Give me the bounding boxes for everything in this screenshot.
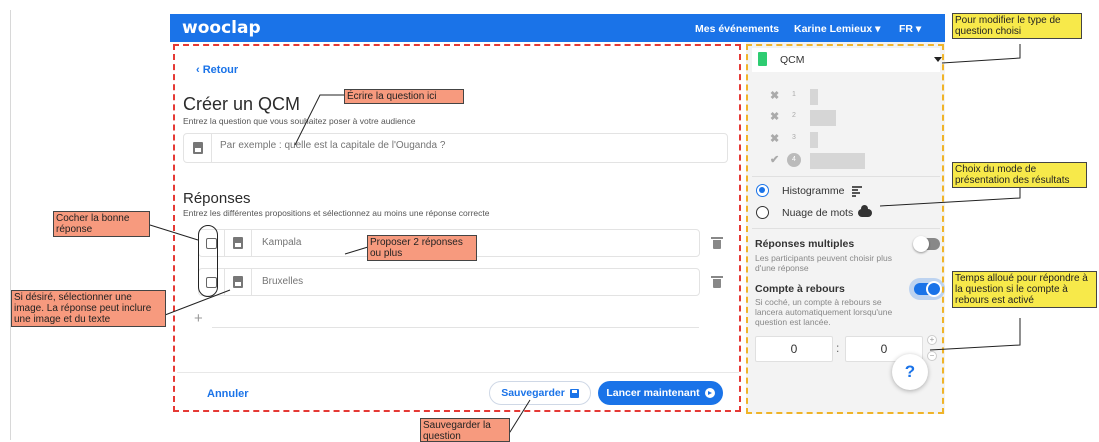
responses-title: Réponses xyxy=(183,190,251,207)
delete-answer-icon[interactable] xyxy=(711,237,723,249)
note-image-answer: Si désiré, sélectionner une image. La ré… xyxy=(11,290,166,327)
nav-language-menu[interactable]: FR ▾ xyxy=(899,23,921,35)
word-cloud-label: Nuage de mots xyxy=(782,207,854,219)
launch-now-button[interactable]: Lancer maintenant xyxy=(598,381,723,405)
chevron-down-icon[interactable] xyxy=(934,57,942,62)
answer-input[interactable] xyxy=(262,276,562,287)
note-change-type: Pour modifier le type de question choisi xyxy=(952,13,1082,39)
nav-user-menu[interactable]: Karine Lemieux ▾ xyxy=(794,23,880,35)
preview-bar xyxy=(810,110,836,126)
histogram-icon xyxy=(852,186,862,197)
note-check-answer: Cocher la bonne réponse xyxy=(53,211,150,237)
note-display-mode: Choix du mode de présentation des résult… xyxy=(952,162,1087,188)
qcm-icon xyxy=(758,52,767,66)
radio-histogram[interactable] xyxy=(756,184,769,197)
save-button[interactable]: Sauvegarder xyxy=(489,381,591,405)
launch-label: Lancer maintenant xyxy=(606,387,700,399)
note-write-question: Écrire la question ici xyxy=(344,89,464,104)
nav-my-events[interactable]: Mes événements xyxy=(695,23,779,35)
question-input[interactable] xyxy=(220,140,700,151)
countdown-toggle[interactable] xyxy=(914,281,942,297)
responses-subtitle: Entrez les différentes propositions et s… xyxy=(183,208,490,218)
question-image-button[interactable] xyxy=(184,134,212,162)
countdown-title: Compte à rebours xyxy=(755,283,845,295)
decrement-button[interactable]: − xyxy=(927,351,937,361)
radio-word-cloud[interactable] xyxy=(756,206,769,219)
note-propose-answers: Proposer 2 réponses ou plus xyxy=(367,235,477,261)
cross-icon: ✖ xyxy=(770,133,780,145)
increment-button[interactable]: + xyxy=(927,335,937,345)
correct-answer-checkbox[interactable] xyxy=(206,277,217,288)
settings-divider xyxy=(752,176,940,177)
add-answer-button[interactable]: + xyxy=(194,310,203,327)
page-subtitle: Entrez la question que vous souhaitez po… xyxy=(183,116,416,126)
time-separator: : xyxy=(836,341,840,355)
cancel-button[interactable]: Annuler xyxy=(207,388,249,400)
preview-bar xyxy=(810,132,818,148)
image-icon xyxy=(192,142,203,154)
footer-divider xyxy=(177,372,739,373)
multiple-answers-title: Réponses multiples xyxy=(755,238,855,250)
settings-divider xyxy=(752,228,940,229)
floppy-icon xyxy=(569,388,579,398)
cross-icon: ✖ xyxy=(770,90,780,102)
question-type-select[interactable]: QCM xyxy=(752,48,940,72)
note-save-question: Sauvegarder la question xyxy=(420,418,510,442)
save-label: Sauvegarder xyxy=(501,387,565,399)
back-link[interactable]: ‹ Retour xyxy=(196,64,238,76)
countdown-minutes-input[interactable]: 0 xyxy=(755,336,833,362)
answer-image-button[interactable] xyxy=(224,230,252,256)
frame-border xyxy=(10,10,11,440)
question-field[interactable] xyxy=(183,133,728,163)
countdown-desc: Si coché, un compte à rebours se lancera… xyxy=(755,297,893,327)
delete-answer-icon[interactable] xyxy=(711,276,723,288)
image-icon xyxy=(233,237,243,249)
cross-icon: ✖ xyxy=(770,111,780,123)
note-time-allowed: Temps alloué pour répondre à la question… xyxy=(952,271,1097,308)
cloud-icon xyxy=(858,205,872,217)
histogram-label: Histogramme xyxy=(782,185,845,197)
answer-image-button[interactable] xyxy=(224,269,252,295)
preview-bar xyxy=(810,89,818,105)
check-icon: ✔ xyxy=(770,154,780,166)
preview-bar xyxy=(810,153,865,169)
multiple-answers-desc: Les participants peuvent choisir plus d'… xyxy=(755,253,893,273)
page-title: Créer un QCM xyxy=(183,94,301,114)
correct-answer-checkbox[interactable] xyxy=(206,238,217,249)
question-type-label: QCM xyxy=(780,54,805,66)
multiple-answers-toggle[interactable] xyxy=(913,236,940,252)
page: wooclap Mes événements Karine Lemieux ▾ … xyxy=(0,0,1099,442)
top-bar: wooclap Mes événements Karine Lemieux ▾ … xyxy=(170,14,945,42)
answer-row xyxy=(198,268,700,296)
add-answer-divider xyxy=(212,327,699,328)
wooclap-logo[interactable]: wooclap xyxy=(182,18,261,38)
help-button[interactable]: ? xyxy=(892,354,928,390)
play-icon xyxy=(704,388,715,398)
image-icon xyxy=(233,276,243,288)
